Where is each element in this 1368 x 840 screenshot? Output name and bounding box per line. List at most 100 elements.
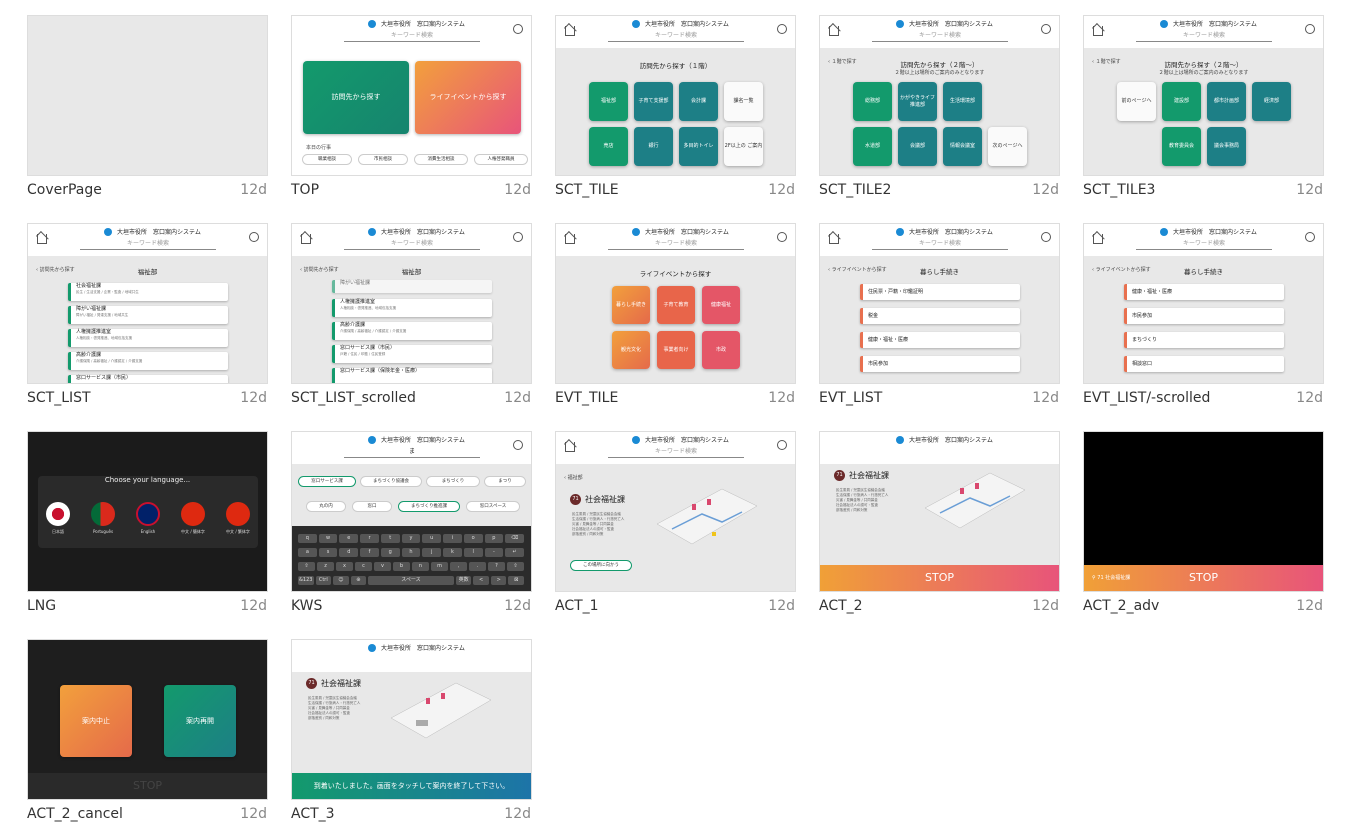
- tile[interactable]: 建設部: [1162, 82, 1201, 121]
- globe-icon[interactable]: [1041, 24, 1051, 34]
- list-item[interactable]: 障がい福祉課: [332, 280, 492, 293]
- keyboard-key[interactable]: g: [380, 548, 400, 557]
- keyword-chip[interactable]: 丸の内: [306, 501, 346, 512]
- keyboard-key[interactable]: ?: [488, 562, 505, 571]
- keyboard-key[interactable]: ↵: [505, 548, 524, 557]
- card-act-1[interactable]: 大垣市役所 窓口案内システム キーワード検索 ‹ 福祉部 71 社会福祉課 民生委…: [555, 431, 796, 614]
- event-pill[interactable]: 市民相談: [358, 154, 408, 165]
- globe-icon[interactable]: [513, 440, 523, 450]
- keyboard-key[interactable]: ,: [450, 562, 467, 571]
- home-icon[interactable]: [829, 234, 839, 244]
- home-icon[interactable]: [301, 234, 311, 244]
- search-input[interactable]: キーワード検索: [872, 30, 1008, 42]
- keyboard-key[interactable]: j: [422, 548, 442, 557]
- tile[interactable]: 市政: [702, 331, 740, 369]
- keyboard-key[interactable]: ⊠: [508, 576, 524, 585]
- tile[interactable]: 売店: [589, 127, 628, 166]
- globe-icon[interactable]: [1305, 24, 1315, 34]
- card-evt-list[interactable]: 大垣市役所 窓口案内システム キーワード検索 ‹ ライフイベントから探す 暮らし…: [819, 223, 1060, 406]
- search-input[interactable]: キーワード検索: [1136, 238, 1272, 250]
- list-item[interactable]: 相談窓口: [1124, 356, 1284, 372]
- search-input[interactable]: キーワード検索: [80, 238, 216, 250]
- keyboard-key[interactable]: n: [412, 562, 429, 571]
- prev-page-button[interactable]: 前のページへ: [1117, 82, 1156, 121]
- keyboard-key[interactable]: -: [484, 548, 504, 557]
- list-item[interactable]: 市民参加: [860, 356, 1020, 372]
- list-item[interactable]: まちづくり: [1124, 332, 1284, 348]
- tile[interactable]: 情報会議室: [943, 127, 982, 166]
- back-link[interactable]: ‹ 福祉部: [564, 474, 583, 481]
- tile[interactable]: 多目的トイレ: [679, 127, 718, 166]
- card-sct-list[interactable]: 大垣市役所 窓口案内システム キーワード検索 ‹ 訪問先から探す 福祉部 社会福…: [27, 223, 268, 406]
- list-item[interactable]: 市民参加: [1124, 308, 1284, 324]
- tile[interactable]: 銀行: [634, 127, 673, 166]
- thumbnail-act-3[interactable]: 大垣市役所 窓口案内システム 71 社会福祉課 民生委員 / 児童民生協議会会議生…: [291, 639, 532, 800]
- stop-button[interactable]: STOP ⚲ 71 社会福祉課: [1084, 565, 1323, 591]
- arrival-banner[interactable]: 到着いたしました。画面をタッチして案内を終了して下さい。: [292, 773, 531, 799]
- list-item[interactable]: 窓口サービス課（保険年金・医療）: [332, 368, 492, 383]
- keyboard-key[interactable]: スペース: [368, 576, 454, 585]
- flag-china-icon[interactable]: [181, 502, 205, 526]
- search-input[interactable]: キーワード検索: [344, 238, 480, 250]
- keyword-chip[interactable]: 窓口: [352, 501, 392, 512]
- list-item[interactable]: 高齢介護課 介護保険 / 高齢福祉 / 介護認定 / 介護支援: [332, 322, 492, 340]
- search-input[interactable]: キーワード検索: [608, 30, 744, 42]
- event-pill[interactable]: 職業相談: [302, 154, 352, 165]
- keyboard-key[interactable]: h: [401, 548, 421, 557]
- thumbnail-act-2[interactable]: 大垣市役所 窓口案内システム 71 社会福祉課 民生委員 / 児童民生協議会会議生…: [819, 431, 1060, 592]
- card-kws[interactable]: 大垣市役所 窓口案内システム ま 窓口サービス課 まちづくり協議会 まちづくり …: [291, 431, 532, 614]
- keyboard-key[interactable]: w: [318, 534, 338, 543]
- keyword-chip[interactable]: 窓口サービス課: [298, 476, 356, 487]
- search-input[interactable]: キーワード検索: [1136, 30, 1272, 42]
- thumbnail-act-2-cancel[interactable]: 案内中止 案内再開 STOP: [27, 639, 268, 800]
- keyboard-key[interactable]: l: [463, 548, 483, 557]
- list-item[interactable]: 人権擁護推進室 人権相談・啓発推進、地域包括支援: [332, 299, 492, 317]
- tile[interactable]: 事業者向け: [657, 331, 695, 369]
- card-sct-tile[interactable]: 大垣市役所 窓口案内システム キーワード検索 訪問先から探す（１階） 福祉部 子…: [555, 15, 796, 198]
- keyboard-key[interactable]: &123: [298, 576, 314, 585]
- thumbnail-evt-list-scrolled[interactable]: 大垣市役所 窓口案内システム キーワード検索 ‹ ライフイベントから探す 暮らし…: [1083, 223, 1324, 384]
- globe-icon[interactable]: [777, 232, 787, 242]
- home-icon[interactable]: [565, 442, 575, 452]
- search-input[interactable]: キーワード検索: [344, 30, 480, 42]
- keyboard-key[interactable]: ⌫: [505, 534, 524, 543]
- tile[interactable]: 都市計画部: [1207, 82, 1246, 121]
- go-to-location-button[interactable]: この場所に向かう: [570, 560, 632, 571]
- thumbnail-sct-tile2[interactable]: 大垣市役所 窓口案内システム キーワード検索 ‹ １階で探す 訪問先から探す（２…: [819, 15, 1060, 176]
- globe-icon[interactable]: [777, 440, 787, 450]
- keyboard-key[interactable]: u: [422, 534, 442, 543]
- keyword-chip[interactable]: まつり: [484, 476, 526, 487]
- card-top[interactable]: 大垣市役所 窓口案内システム キーワード検索 訪問先から探す ライフイベントから…: [291, 15, 532, 198]
- keyboard-key[interactable]: ⇧: [298, 562, 315, 571]
- home-icon[interactable]: [565, 234, 575, 244]
- tile[interactable]: 健康福祉: [702, 286, 740, 324]
- flag-portugal-icon[interactable]: [91, 502, 115, 526]
- flag-japan-icon[interactable]: [46, 502, 70, 526]
- search-input[interactable]: ま: [344, 446, 480, 458]
- globe-icon[interactable]: [1041, 232, 1051, 242]
- tile[interactable]: 課名一覧: [724, 82, 763, 121]
- keyboard-key[interactable]: t: [380, 534, 400, 543]
- keyboard-key[interactable]: a: [298, 548, 317, 557]
- home-icon[interactable]: [1093, 234, 1103, 244]
- card-sct-tile2[interactable]: 大垣市役所 窓口案内システム キーワード検索 ‹ １階で探す 訪問先から探す（２…: [819, 15, 1060, 198]
- list-item[interactable]: 人権擁護推進室 人権相談・啓発推進、地域包括支援: [68, 329, 228, 347]
- thumbnail-act-1[interactable]: 大垣市役所 窓口案内システム キーワード検索 ‹ 福祉部 71 社会福祉課 民生委…: [555, 431, 796, 592]
- keyboard-key[interactable]: v: [374, 562, 391, 571]
- tile[interactable]: 会議部: [898, 127, 937, 166]
- card-sct-list-scrolled[interactable]: 大垣市役所 窓口案内システム キーワード検索 ‹ 訪問先から探す 福祉部 障がい…: [291, 223, 532, 406]
- card-sct-tile3[interactable]: 大垣市役所 窓口案内システム キーワード検索 ‹ １階で探す 訪問先から探す（２…: [1083, 15, 1324, 198]
- keyboard-key[interactable]: z: [317, 562, 334, 571]
- keyboard-key[interactable]: .: [469, 562, 486, 571]
- keyboard-key[interactable]: ⊕: [350, 576, 367, 585]
- keyboard-key[interactable]: e: [339, 534, 359, 543]
- thumbnail-evt-list[interactable]: 大垣市役所 窓口案内システム キーワード検索 ‹ ライフイベントから探す 暮らし…: [819, 223, 1060, 384]
- card-evt-tile[interactable]: 大垣市役所 窓口案内システム キーワード検索 ライフイベントから探す 暮らし手続…: [555, 223, 796, 406]
- globe-icon[interactable]: [513, 24, 523, 34]
- keyboard-key[interactable]: x: [336, 562, 353, 571]
- list-item[interactable]: 健康・福祉・医療: [1124, 284, 1284, 300]
- thumbnail-sct-list[interactable]: 大垣市役所 窓口案内システム キーワード検索 ‹ 訪問先から探す 福祉部 社会福…: [27, 223, 268, 384]
- home-icon[interactable]: [37, 234, 47, 244]
- tile[interactable]: 議会事務局: [1207, 127, 1246, 166]
- event-pill[interactable]: 消費生活相談: [414, 154, 468, 165]
